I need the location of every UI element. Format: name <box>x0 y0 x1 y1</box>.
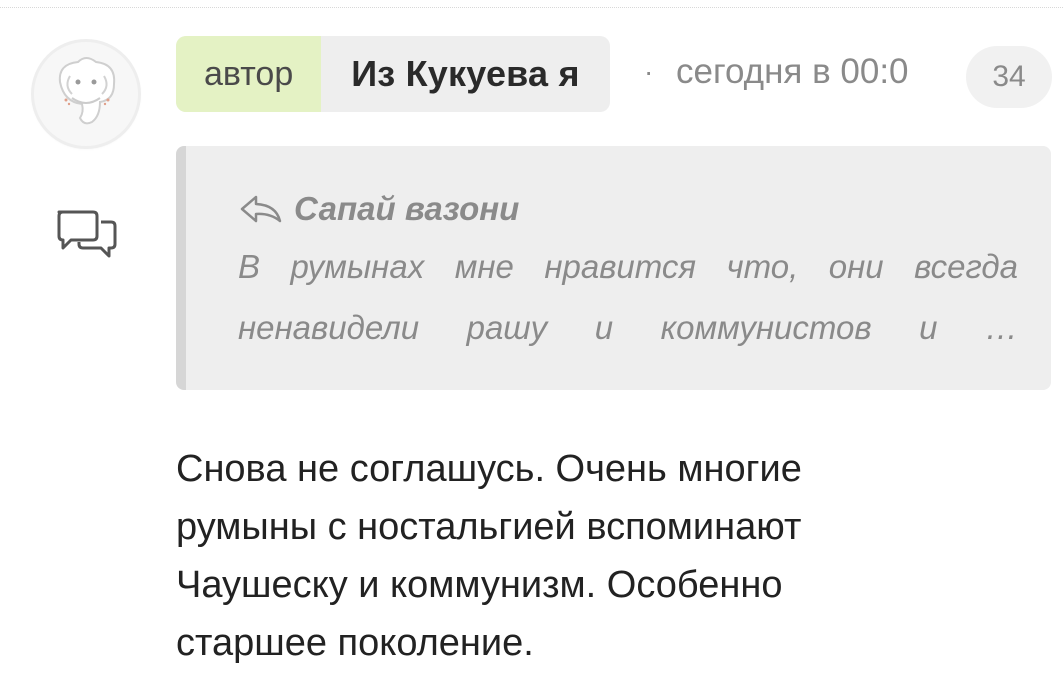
comment-timestamp[interactable]: сегодня в 00:0 <box>676 52 930 92</box>
comment-text-line: румыны с ностальгией вспоминают <box>176 506 802 548</box>
reply-comment-button[interactable] <box>55 208 119 260</box>
quote-author[interactable]: Сапай вазони <box>294 190 519 228</box>
elephant-avatar-icon <box>34 42 138 146</box>
quoted-comment[interactable]: Сапай вазони В румынах мне нравится что,… <box>176 146 1051 390</box>
author-pill[interactable]: автор Из Кукуева я <box>176 36 610 112</box>
comment-text-line: Чаушеску и коммунизм. Особенно <box>176 564 783 606</box>
comment-text-line: Снова не соглашусь. Очень многие <box>176 448 802 490</box>
comment-body: Снова не соглашусь. Очень многие румыны … <box>176 440 1016 672</box>
reply-arrow-icon <box>238 193 284 225</box>
comment-count-badge[interactable]: 34 <box>966 46 1052 108</box>
quote-text-line: ненавидели рашу и коммунистов и … <box>238 309 1018 346</box>
top-divider <box>0 7 1063 8</box>
speech-bubbles-icon <box>57 210 117 258</box>
quote-text-line: В румынах мне нравится что, они всегда <box>238 248 1018 285</box>
author-tag: автор <box>176 36 322 112</box>
comment-text-line: старшее поколение. <box>176 622 534 664</box>
author-name[interactable]: Из Кукуева я <box>321 36 609 112</box>
quote-header: Сапай вазони <box>238 190 519 228</box>
avatar[interactable] <box>34 42 138 146</box>
header-separator: · <box>644 56 654 87</box>
